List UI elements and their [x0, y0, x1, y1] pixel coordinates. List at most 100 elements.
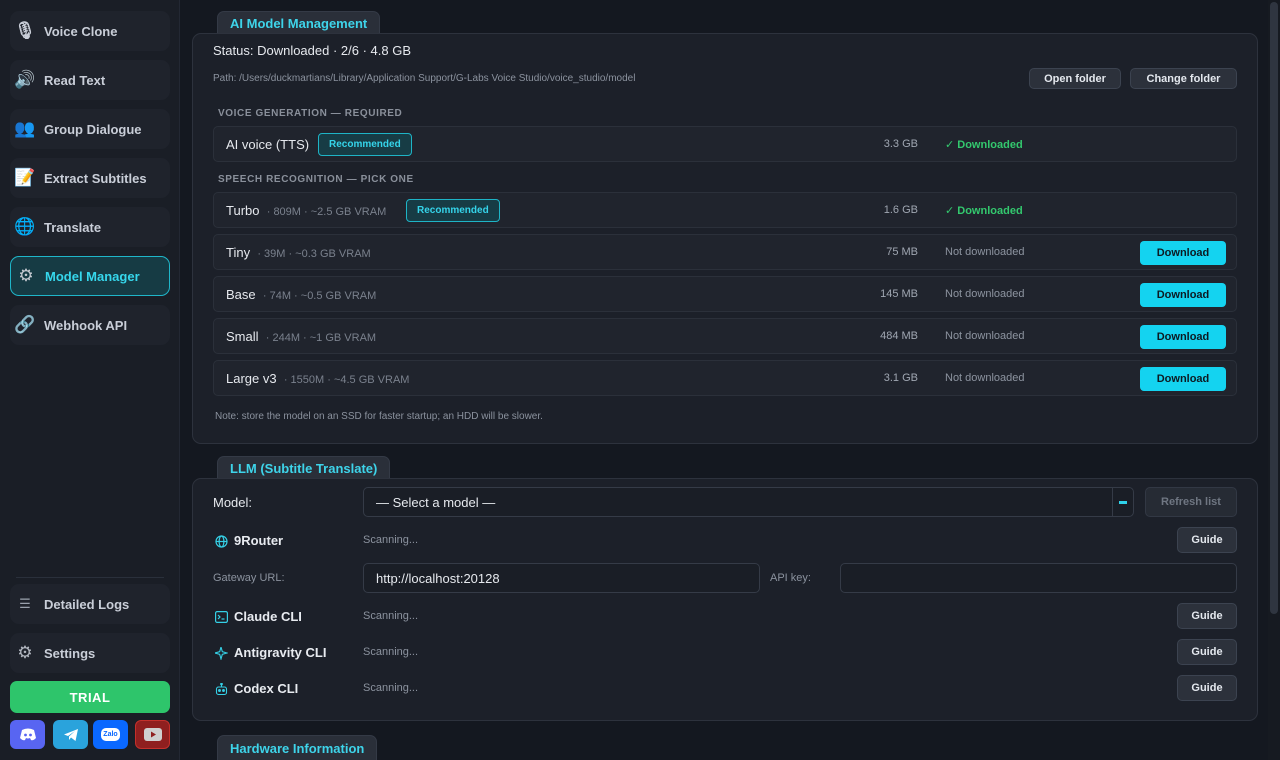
antigravity-cli-name: Antigravity CLI — [234, 645, 327, 660]
api-key-label: API key: — [770, 572, 811, 584]
section-tab-hardware: Hardware Information — [217, 735, 378, 760]
microphone-icon: 🎙 — [14, 21, 36, 40]
codex-cli-scanning: Scanning... — [363, 682, 419, 694]
zalo-icon[interactable]: Zalo — [93, 720, 128, 749]
model-name: Turbo · 809M · ~2.5 GB VRAM — [226, 203, 387, 218]
guide-button-9router[interactable]: Guide — [1177, 527, 1237, 553]
section-tab-llm: LLM (Subtitle Translate) — [217, 456, 391, 480]
model-label: Model: — [213, 495, 253, 510]
nav-label: Detailed Logs — [44, 596, 130, 612]
model-status-text: Not downloaded — [945, 372, 1025, 384]
nav-voice-clone[interactable]: 🎙 Voice Clone — [10, 11, 170, 51]
model-size: 3.3 GB — [883, 138, 918, 150]
nav-settings[interactable]: ⚙ Settings — [10, 633, 170, 673]
model-row-turbo: Turbo · 809M · ~2.5 GB VRAM Recommended … — [213, 192, 1237, 228]
group-label-speech: SPEECH RECOGNITION — PICK ONE — [218, 174, 414, 185]
model-row-tts: AI voice (TTS) Recommended 3.3 GB ✓ Down… — [213, 126, 1237, 162]
download-button[interactable]: Download — [1140, 283, 1226, 307]
nav-read-text[interactable]: 🔊 Read Text — [10, 60, 170, 100]
gear-icon: ⚙ — [18, 266, 34, 285]
telegram-icon[interactable] — [53, 720, 88, 749]
nav-detailed-logs[interactable]: ☰ Detailed Logs — [10, 584, 170, 624]
nav-model-manager[interactable]: ⚙ Model Manager — [10, 256, 170, 296]
model-status-text: ✓ Downloaded — [945, 205, 1023, 217]
model-path: Path: /Users/duckmartians/Library/Applic… — [213, 73, 636, 84]
gateway-url-value: http://localhost:20128 — [376, 570, 500, 586]
nav-extract-subtitles[interactable]: 📝 Extract Subtitles — [10, 158, 170, 198]
model-size: 145 MB — [880, 288, 918, 300]
model-select[interactable]: — Select a model — — [363, 487, 1134, 517]
settings-gear-icon: ⚙ — [17, 643, 33, 662]
sidebar-divider — [16, 577, 164, 578]
nav-label: Voice Clone — [44, 23, 118, 39]
model-size: 3.1 GB — [883, 372, 918, 384]
nav-label: Read Text — [44, 72, 106, 88]
people-icon: 👥 — [14, 119, 36, 138]
model-status-text: Not downloaded — [945, 288, 1025, 300]
claude-cli-scanning: Scanning... — [363, 610, 419, 622]
guide-button-antigravity-cli[interactable]: Guide — [1177, 639, 1237, 665]
router-scanning: Scanning... — [363, 534, 419, 546]
main-scrollbar[interactable] — [1268, 0, 1280, 760]
model-name: Base · 74M · ~0.5 GB VRAM — [226, 287, 377, 302]
trial-button[interactable]: TRIAL — [10, 681, 170, 713]
model-name: Small · 244M · ~1 GB VRAM — [226, 329, 377, 344]
model-row-tiny: Tiny · 39M · ~0.3 GB VRAM 75 MB Not down… — [213, 234, 1237, 270]
link-icon: 🔗 — [14, 315, 36, 334]
codex-cli-name: Codex CLI — [234, 681, 299, 696]
model-size: 484 MB — [880, 330, 918, 342]
api-key-input[interactable] — [840, 563, 1237, 593]
scrollbar-thumb[interactable] — [1270, 2, 1278, 614]
nav-group-dialogue[interactable]: 👥 Group Dialogue — [10, 109, 170, 149]
group-label-voice: VOICE GENERATION — REQUIRED — [218, 108, 403, 119]
download-button[interactable]: Download — [1140, 325, 1226, 349]
terminal-icon — [214, 610, 228, 624]
model-size: 75 MB — [886, 246, 918, 258]
nav-translate[interactable]: 🌐 Translate — [10, 207, 170, 247]
nav-label: Extract Subtitles — [44, 170, 147, 186]
globe-icon — [214, 534, 228, 548]
discord-icon[interactable] — [10, 720, 45, 749]
download-button[interactable]: Download — [1140, 367, 1226, 391]
refresh-list-button[interactable]: Refresh list — [1145, 487, 1237, 517]
model-status-text: Not downloaded — [945, 246, 1025, 258]
change-folder-button[interactable]: Change folder — [1130, 68, 1237, 89]
guide-button-codex-cli[interactable]: Guide — [1177, 675, 1237, 701]
model-row-small: Small · 244M · ~1 GB VRAM 484 MB Not dow… — [213, 318, 1237, 354]
model-status-text: Not downloaded — [945, 330, 1025, 342]
globe-icon: 🌐 — [14, 217, 36, 236]
memo-icon: 📝 — [14, 168, 36, 187]
sidebar: 🎙 Voice Clone 🔊 Read Text 👥 Group Dialog… — [0, 0, 180, 760]
model-row-base: Base · 74M · ~0.5 GB VRAM 145 MB Not dow… — [213, 276, 1237, 312]
model-name: Tiny · 39M · ~0.3 GB VRAM — [226, 245, 371, 260]
list-icon: ☰ — [19, 596, 31, 611]
model-select-value: — Select a model — — [376, 494, 496, 510]
nav-webhook-api[interactable]: 🔗 Webhook API — [10, 305, 170, 345]
gateway-url-input[interactable]: http://localhost:20128 — [363, 563, 760, 593]
robot-icon — [214, 682, 228, 696]
model-status: Status: Downloaded · 2/6 · 4.8 GB — [213, 43, 411, 58]
nav-label: Webhook API — [44, 317, 128, 333]
antigravity-cli-scanning: Scanning... — [363, 646, 419, 658]
download-button[interactable]: Download — [1140, 241, 1226, 265]
model-status-text: ✓ Downloaded — [945, 139, 1023, 151]
speaker-icon: 🔊 — [14, 70, 36, 89]
nav-label: Translate — [44, 219, 102, 235]
youtube-icon[interactable] — [135, 720, 170, 749]
section-tab-ai-models: AI Model Management — [217, 11, 381, 35]
sparkle-icon — [214, 646, 228, 660]
nav-label: Model Manager — [45, 268, 140, 284]
dropdown-toggle-icon[interactable] — [1112, 488, 1133, 516]
guide-button-claude-cli[interactable]: Guide — [1177, 603, 1237, 629]
recommended-badge: Recommended — [406, 199, 500, 222]
recommended-badge: Recommended — [318, 133, 412, 156]
model-name: Large v3 · 1550M · ~4.5 GB VRAM — [226, 371, 410, 386]
nav-label: Settings — [44, 645, 96, 661]
model-size: 1.6 GB — [883, 204, 918, 216]
model-name: AI voice (TTS) — [226, 137, 310, 152]
gateway-url-label: Gateway URL: — [213, 572, 285, 584]
model-row-large-v3: Large v3 · 1550M · ~4.5 GB VRAM 3.1 GB N… — [213, 360, 1237, 396]
claude-cli-name: Claude CLI — [234, 609, 302, 624]
ssd-note: Note: store the model on an SSD for fast… — [215, 411, 543, 422]
open-folder-button[interactable]: Open folder — [1029, 68, 1121, 89]
